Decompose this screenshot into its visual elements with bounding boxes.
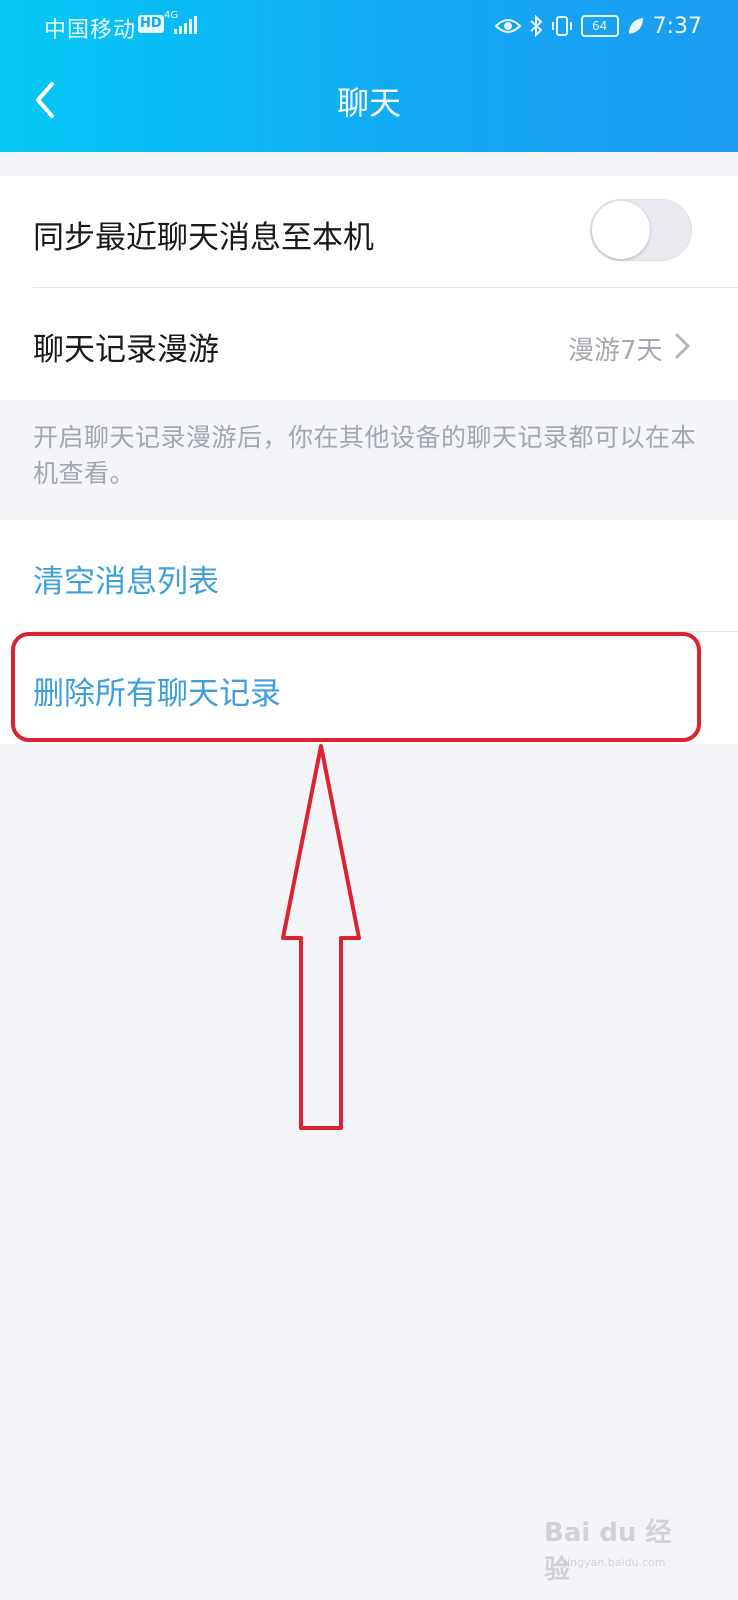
app-header: 中国移动 HD 4G 64 7:37 聊天	[0, 0, 738, 152]
chat-roaming-label: 聊天记录漫游	[33, 332, 219, 368]
watermark-brand: Bai du 经验	[544, 1518, 672, 1585]
page-title: 聊天	[336, 84, 401, 122]
bluetooth-icon	[529, 15, 543, 37]
roaming-value: 漫游7天	[568, 336, 663, 366]
status-icons: 64 7:37	[494, 12, 702, 40]
carrier-name: 中国移动	[44, 18, 137, 43]
annotation-arrow-icon	[281, 744, 361, 1130]
hd-badge: HD	[138, 15, 164, 33]
chevron-right-icon	[675, 333, 690, 359]
battery-indicator: 64	[580, 15, 619, 37]
leaf-icon	[628, 18, 643, 34]
sync-toggle[interactable]	[590, 199, 692, 261]
roaming-hint: 开启聊天记录漫游后，你在其他设备的聊天记录都可以在本机查看。	[33, 423, 697, 488]
toggle-knob	[592, 201, 650, 259]
baidu-jingyan-watermark: Bai du 经验 jingyan.baidu.com	[544, 1512, 694, 1585]
eye-comfort-icon	[494, 19, 521, 33]
status-bar: 中国移动 HD 4G 64 7:37	[0, 0, 738, 52]
clock: 7:37	[652, 13, 702, 39]
watermark-domain: jingyan.baidu.com	[564, 1556, 666, 1569]
annotation-highlight-box	[11, 632, 701, 742]
clear-message-list-row[interactable]: 清空消息列表	[0, 520, 738, 632]
sync-recent-label: 同步最近聊天消息至本机	[33, 220, 374, 256]
clear-message-list-button[interactable]: 清空消息列表	[33, 556, 219, 601]
vibrate-icon	[551, 16, 572, 36]
signal-icon	[174, 16, 197, 34]
